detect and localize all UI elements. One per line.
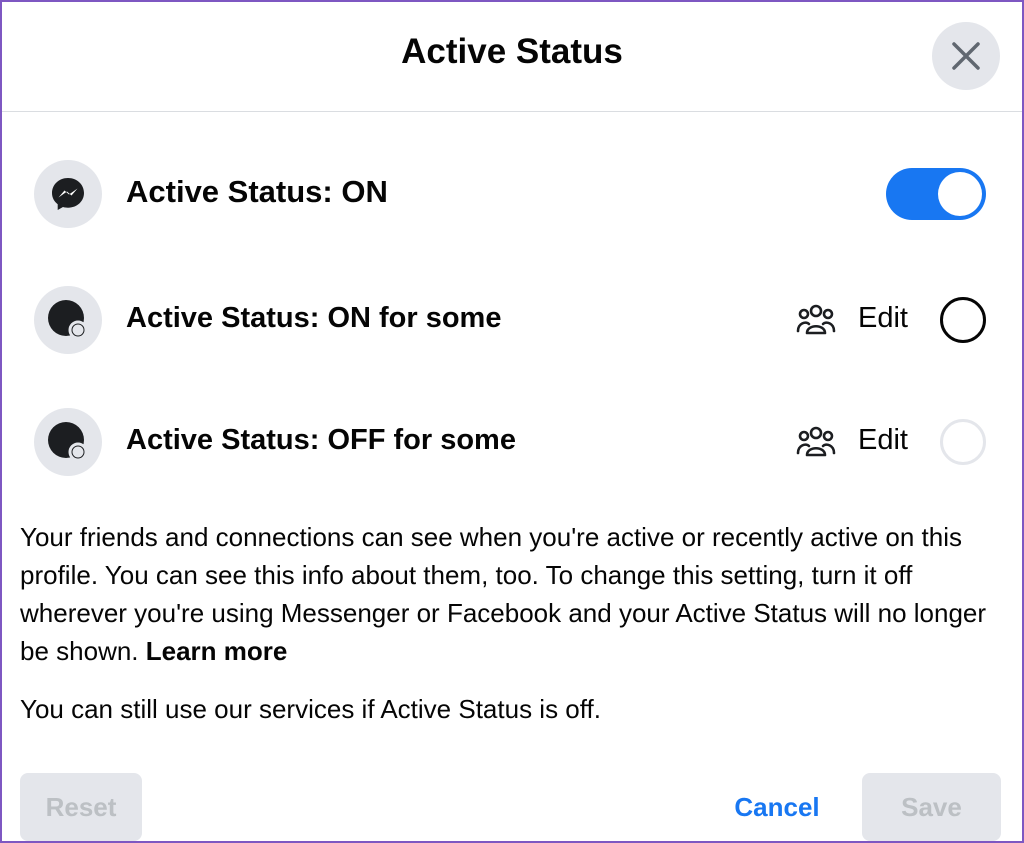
cancel-button[interactable]: Cancel bbox=[714, 773, 840, 841]
dialog-header: Active Status bbox=[2, 2, 1022, 112]
edit-button[interactable]: Edit bbox=[858, 424, 908, 457]
dialog-title: Active Status bbox=[401, 32, 623, 71]
people-icon bbox=[796, 304, 836, 335]
option-label: Active Status: ON bbox=[126, 174, 388, 209]
close-button[interactable] bbox=[932, 22, 1000, 90]
option-label: Active Status: ON for some bbox=[126, 302, 502, 334]
status-dot-icon bbox=[48, 422, 88, 462]
people-icon bbox=[796, 426, 836, 457]
edit-button[interactable]: Edit bbox=[858, 302, 908, 335]
radio-on-for-some[interactable] bbox=[940, 297, 986, 343]
toggle-knob bbox=[938, 172, 982, 216]
active-status-toggle[interactable] bbox=[886, 168, 986, 220]
description-text: Your friends and connections can see whe… bbox=[20, 518, 1010, 670]
radio-off-for-some[interactable] bbox=[940, 419, 986, 465]
option-off-for-some[interactable]: Active Status: OFF for some Edit bbox=[2, 402, 1022, 482]
messenger-icon bbox=[52, 178, 84, 210]
learn-more-link[interactable]: Learn more bbox=[146, 636, 288, 666]
status-dot-icon bbox=[48, 300, 88, 340]
close-icon bbox=[952, 42, 980, 70]
reset-button[interactable]: Reset bbox=[20, 773, 142, 841]
active-status-dialog: Active Status Active Status: ON Active S… bbox=[0, 0, 1024, 843]
option-icon-container bbox=[34, 286, 102, 354]
option-label: Active Status: OFF for some bbox=[126, 424, 516, 456]
note-text: You can still use our services if Active… bbox=[20, 694, 601, 724]
option-icon-container bbox=[34, 408, 102, 476]
option-on-for-some[interactable]: Active Status: ON for some Edit bbox=[2, 280, 1022, 360]
option-icon-container bbox=[34, 160, 102, 228]
option-active-status-on: Active Status: ON bbox=[2, 154, 1022, 234]
save-button[interactable]: Save bbox=[862, 773, 1001, 841]
